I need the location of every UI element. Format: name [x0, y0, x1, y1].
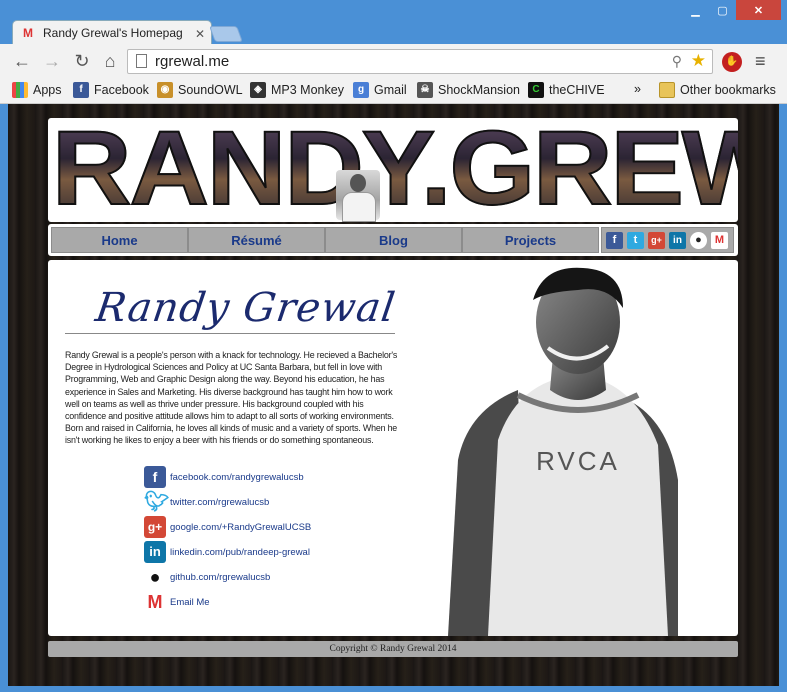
bookmark-mp3-monkey[interactable]: ◈ MP3 Monkey [250, 82, 344, 98]
browser-tab[interactable]: M Randy Grewal's Homepag ✕ [12, 20, 212, 46]
adblock-extension-icon[interactable]: ✋ [722, 52, 742, 72]
address-text: rgrewal.me [155, 53, 230, 70]
banner-portrait [336, 170, 380, 222]
site-banner: RANDY.GREWAL [48, 118, 738, 222]
bookmark-soundowl[interactable]: ◉ SoundOWL [157, 82, 243, 98]
home-icon[interactable]: ⌂ [100, 52, 120, 70]
window-frame-right [779, 104, 787, 692]
twitter-link[interactable]: 🐦︎ twitter.com/rgrewalucsb [144, 491, 269, 513]
facebook-link[interactable]: f facebook.com/randygrewalucsb [144, 466, 304, 488]
maximize-button[interactable]: ▢ [709, 0, 736, 20]
gmail-icon: g [353, 82, 369, 98]
nav-home[interactable]: Home [51, 227, 188, 253]
chrome-menu-icon[interactable]: ≡ [755, 51, 766, 72]
linkedin-link[interactable]: in linkedin.com/pub/randeep-grewal [144, 541, 310, 563]
forward-arrow-icon[interactable]: → [42, 52, 62, 70]
window-frame-bottom [0, 686, 787, 692]
bookmark-apps[interactable]: Apps [12, 82, 62, 98]
browser-chrome: M Randy Grewal's Homepag ✕ ▁ ▢ ✕ ← → ↻ ⌂… [0, 0, 787, 104]
thechive-icon: C [528, 82, 544, 98]
minimize-button[interactable]: ▁ [682, 0, 709, 20]
twitter-bird-icon: 🐦︎ [144, 491, 170, 513]
facebook-icon: f [73, 82, 89, 98]
main-content: Randy Grewal Randy Grewal is a people's … [48, 260, 738, 636]
site-nav: Home Résumé Blog Projects f t g+ in ● M [48, 224, 738, 256]
tab-strip: M Randy Grewal's Homepag ✕ ▁ ▢ ✕ [0, 0, 787, 46]
window-controls: ▁ ▢ ✕ [682, 0, 781, 20]
shockmansion-icon: ☠ [417, 82, 433, 98]
back-arrow-icon[interactable]: ← [12, 52, 32, 70]
google-plus-icon: g+ [144, 516, 166, 538]
bookmarks-overflow-button[interactable]: » [634, 82, 641, 96]
signature-heading: Randy Grewal [92, 285, 399, 331]
bio-text: Randy Grewal is a people's person with a… [65, 350, 398, 446]
shirt-logo-text: RVCA [536, 446, 620, 476]
bookmark-shockmansion[interactable]: ☠ ShockMansion [417, 82, 520, 98]
owl-icon: ◉ [157, 82, 173, 98]
browser-toolbar: ← → ↻ ⌂ rgrewal.me ⚲ ★ ✋ ≡ [0, 44, 787, 78]
tab-title: Randy Grewal's Homepag [43, 26, 183, 40]
gmail-favicon-icon: M [23, 26, 33, 40]
new-tab-button[interactable] [209, 26, 243, 42]
bookmark-star-icon[interactable]: ★ [691, 51, 706, 71]
tab-close-icon[interactable]: ✕ [195, 27, 205, 41]
nav-projects[interactable]: Projects [462, 227, 599, 253]
google-plus-link[interactable]: g+ google.com/+RandyGrewalUCSB [144, 516, 311, 538]
reload-icon[interactable]: ↻ [72, 52, 92, 70]
search-icon[interactable]: ⚲ [672, 53, 682, 70]
github-link[interactable]: ● github.com/rgrewalucsb [144, 566, 270, 588]
facebook-icon[interactable]: f [606, 232, 623, 249]
bookmark-facebook[interactable]: f Facebook [73, 82, 149, 98]
gmail-icon[interactable]: M [711, 232, 728, 249]
apps-grid-icon [12, 82, 28, 98]
window-frame-left [0, 104, 8, 692]
folder-icon [659, 82, 675, 98]
twitter-icon[interactable]: t [627, 232, 644, 249]
bookmark-gmail[interactable]: g Gmail [353, 82, 407, 98]
github-octocat-icon: ● [144, 566, 166, 588]
gmail-envelope-icon: M [144, 591, 166, 613]
google-plus-icon[interactable]: g+ [648, 232, 665, 249]
github-icon[interactable]: ● [690, 232, 707, 249]
email-link[interactable]: M Email Me [144, 591, 210, 613]
banner-title: RANDY.GREWAL [51, 118, 738, 222]
page-icon [136, 54, 147, 68]
facebook-icon: f [144, 466, 166, 488]
footer-copyright: Copyright © Randy Grewal 2014 [48, 641, 738, 657]
close-window-button[interactable]: ✕ [736, 0, 781, 20]
nav-resume[interactable]: Résumé [188, 227, 325, 253]
address-bar[interactable]: rgrewal.me ⚲ ★ [127, 49, 713, 74]
social-icon-bar: f t g+ in ● M [601, 227, 734, 253]
linkedin-icon[interactable]: in [669, 232, 686, 249]
profile-photo: RVCA [448, 267, 678, 636]
divider [65, 333, 395, 334]
bookmarks-bar: Apps f Facebook ◉ SoundOWL ◈ MP3 Monkey … [0, 78, 787, 104]
nav-blog[interactable]: Blog [325, 227, 462, 253]
monkey-icon: ◈ [250, 82, 266, 98]
bookmark-thechive[interactable]: C theCHIVE [528, 82, 605, 98]
linkedin-icon: in [144, 541, 166, 563]
bookmark-other[interactable]: Other bookmarks [659, 82, 776, 98]
